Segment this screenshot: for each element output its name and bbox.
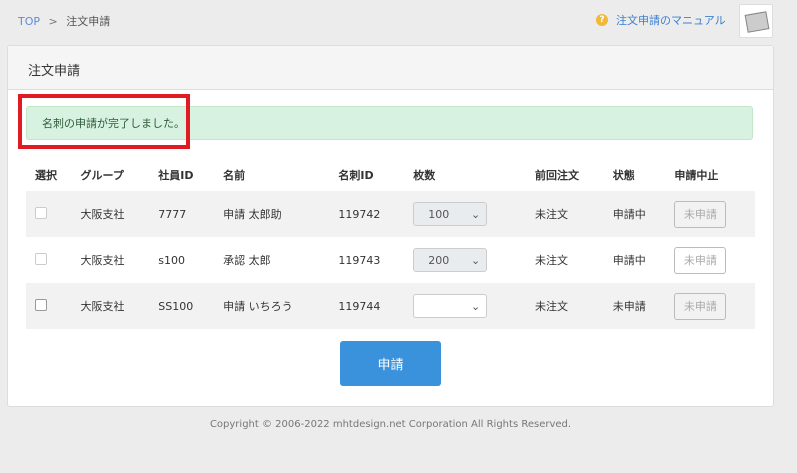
status-cell: 申請中 xyxy=(603,191,666,237)
employee-id-cell: SS100 xyxy=(149,283,215,329)
header-select: 選択 xyxy=(35,168,57,182)
submit-button[interactable]: 申請 xyxy=(340,341,441,386)
last-order-cell: 未注文 xyxy=(526,283,604,329)
quantity-select[interactable]: 100 ⌄ xyxy=(413,202,488,226)
header-name: 名前 xyxy=(223,168,246,182)
status-cell: 未申請 xyxy=(603,283,666,329)
status-cell: 申請中 xyxy=(612,254,646,267)
last-order-cell: 未注文 xyxy=(535,254,569,267)
quantity-select[interactable]: ⌄ xyxy=(413,294,488,318)
footer-copyright: Copyright © 2006-2022 mhtdesign.net Corp… xyxy=(209,419,572,430)
header-last-order: 前回注文 xyxy=(535,168,580,182)
select-checkbox[interactable] xyxy=(35,206,47,219)
card-id-cell: 119742 xyxy=(329,191,405,237)
employee-id-cell: 7777 xyxy=(149,191,215,237)
cancel-request-button[interactable]: 未申請 xyxy=(674,292,727,320)
header-quantity: 枚数 xyxy=(413,168,436,182)
order-panel: 注文申請 名刺の申請が完了しました。 選択 グループ 社員ID 名前 名刺ID … xyxy=(7,45,774,407)
name-cell: 承認 太郎 xyxy=(223,254,271,267)
header-card-id: 名刺ID xyxy=(338,168,374,182)
help-icon: ? xyxy=(596,14,608,26)
header-group: グループ xyxy=(80,168,124,182)
header-employee-id: 社員ID xyxy=(158,168,194,182)
breadcrumb-separator: > xyxy=(48,15,58,28)
table-row: 大阪支社 s100 承認 太郎 119743 200 ⌄ 未注文 申請中 未申請 xyxy=(26,237,755,283)
manual-link-label: 注文申請のマニュアル xyxy=(616,14,726,27)
quantity-select[interactable]: 200 ⌄ xyxy=(413,248,488,272)
select-checkbox[interactable] xyxy=(35,252,47,265)
highlight-box xyxy=(18,94,190,149)
chevron-down-icon: ⌄ xyxy=(471,207,481,221)
chevron-down-icon: ⌄ xyxy=(471,253,481,267)
group-cell: 大阪支社 xyxy=(71,191,150,237)
cancel-request-button[interactable]: 未申請 xyxy=(674,200,727,228)
employee-id-cell: s100 xyxy=(158,253,185,267)
employee-table: 選択 グループ 社員ID 名前 名刺ID 枚数 前回注文 状態 申請中止 大阪支… xyxy=(26,158,755,329)
name-cell: 申請 いちろう xyxy=(214,283,330,329)
panel-title: 注文申請 xyxy=(8,46,773,90)
manual-link[interactable]: ? 注文申請のマニュアル xyxy=(596,12,726,28)
cancel-request-button[interactable]: 未申請 xyxy=(674,246,727,274)
select-checkbox[interactable] xyxy=(35,298,47,311)
quantity-value: 100 xyxy=(428,207,450,221)
card-id-cell: 119744 xyxy=(329,283,405,329)
business-card-icon[interactable] xyxy=(739,4,773,38)
table-row: 大阪支社 SS100 申請 いちろう 119744 ⌄ 未注文 未申請 未申請 xyxy=(26,283,755,329)
header-status: 状態 xyxy=(612,168,635,182)
breadcrumb: TOP > 注文申請 xyxy=(18,13,110,29)
breadcrumb-current: 注文申請 xyxy=(66,15,111,28)
table-row: 大阪支社 7777 申請 太郎助 119742 100 ⌄ 未注文 申請中 未申請 xyxy=(26,191,755,237)
last-order-cell: 未注文 xyxy=(526,191,604,237)
header-cancel: 申請中止 xyxy=(674,168,719,182)
quantity-value: 200 xyxy=(428,253,450,267)
chevron-down-icon: ⌄ xyxy=(471,299,481,313)
card-id-cell: 119743 xyxy=(338,253,381,267)
group-cell: 大阪支社 xyxy=(80,254,125,267)
group-cell: 大阪支社 xyxy=(71,283,150,329)
breadcrumb-top-link[interactable]: TOP xyxy=(18,15,40,28)
name-cell: 申請 太郎助 xyxy=(214,191,330,237)
